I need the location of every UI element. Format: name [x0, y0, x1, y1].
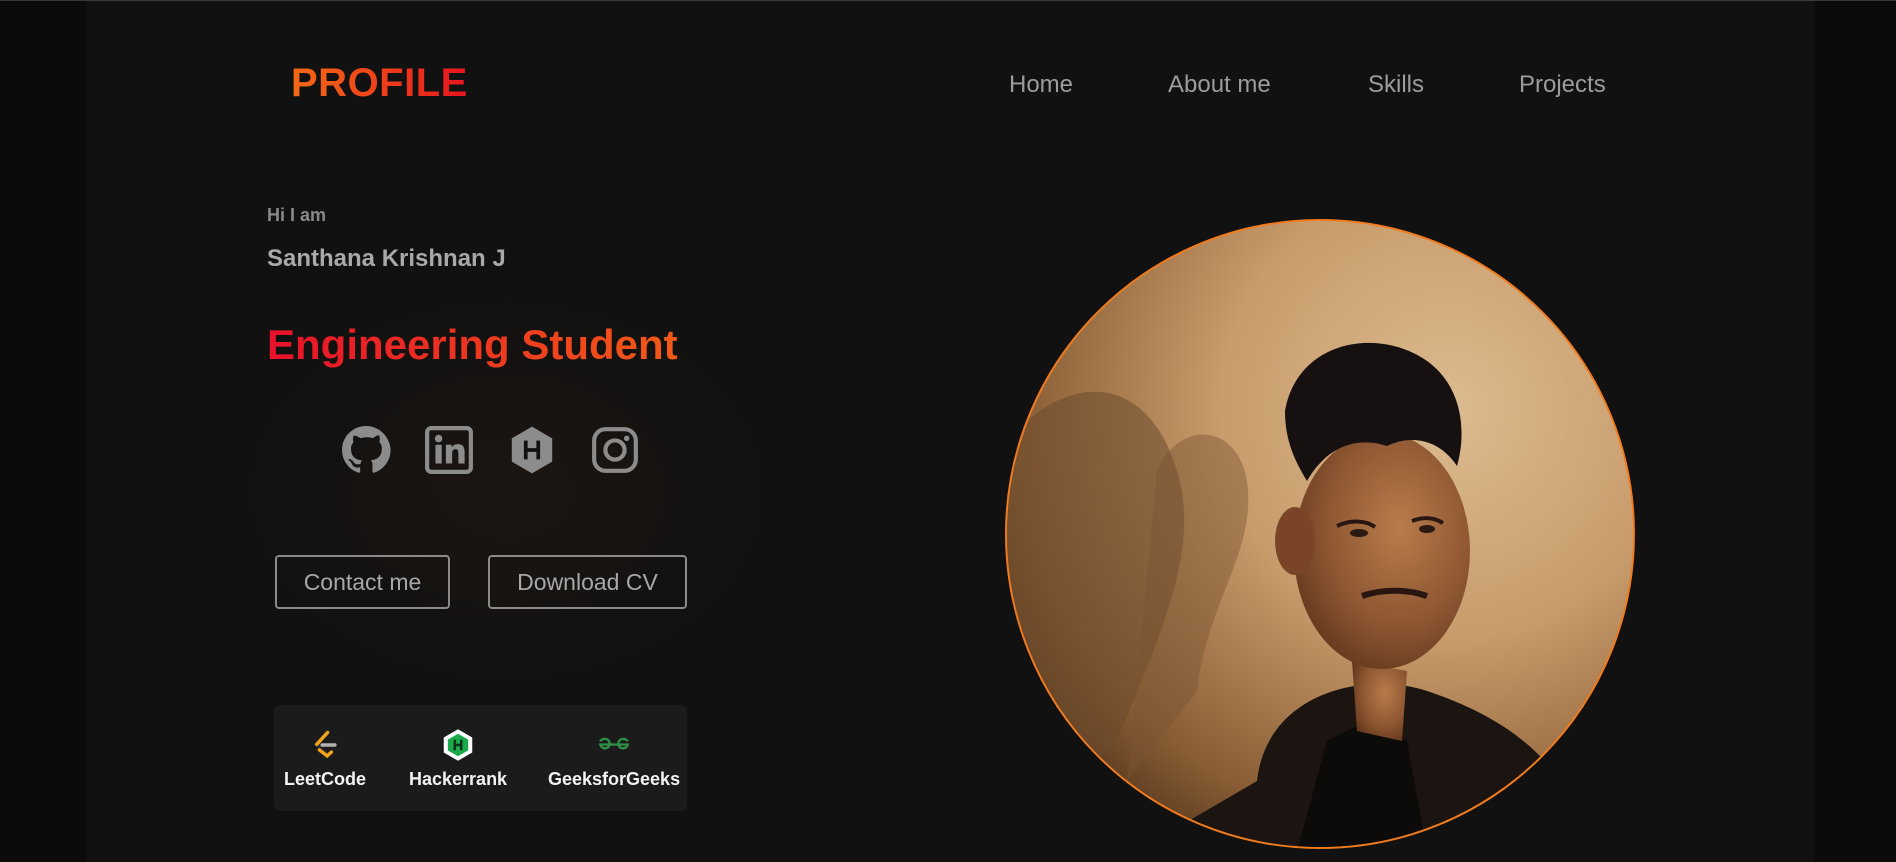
- platform-leetcode[interactable]: LeetCode: [284, 727, 366, 790]
- platform-label: Hackerrank: [409, 769, 508, 789]
- geeksforgeeks-icon: [596, 727, 632, 763]
- github-icon[interactable]: [341, 425, 391, 475]
- hashnode-icon[interactable]: [507, 425, 557, 475]
- profile-photo-illustration: [1007, 221, 1633, 847]
- nav-skills[interactable]: Skills: [1368, 71, 1424, 99]
- role-title: Engineering Student: [267, 321, 678, 368]
- platform-geeksforgeeks[interactable]: GeeksforGeeks: [548, 727, 680, 790]
- greeting-text: Hi I am: [267, 205, 327, 225]
- nav-about-me[interactable]: About me: [1168, 71, 1271, 99]
- linkedin-icon[interactable]: [424, 425, 474, 475]
- hackerrank-icon: [440, 727, 476, 763]
- nav-home[interactable]: Home: [1009, 71, 1073, 99]
- site-logo[interactable]: PROFILE: [291, 61, 468, 106]
- portfolio-page: PROFILE Home About me Skills Projects Hi…: [87, 1, 1814, 862]
- nav-projects[interactable]: Projects: [1519, 71, 1606, 99]
- contact-me-button[interactable]: Contact me: [275, 555, 450, 609]
- instagram-icon[interactable]: [590, 425, 640, 475]
- profile-photo: [1005, 219, 1635, 849]
- download-cv-button[interactable]: Download CV: [488, 555, 687, 609]
- platform-label: LeetCode: [284, 769, 367, 789]
- platform-hackerrank[interactable]: Hackerrank: [409, 727, 507, 790]
- platform-label: GeeksforGeeks: [548, 769, 681, 789]
- leetcode-icon: [307, 727, 343, 763]
- person-name: Santhana Krishnan J: [267, 245, 506, 272]
- coding-platforms-card: LeetCode Hackerrank GeeksforGeeks: [274, 705, 687, 811]
